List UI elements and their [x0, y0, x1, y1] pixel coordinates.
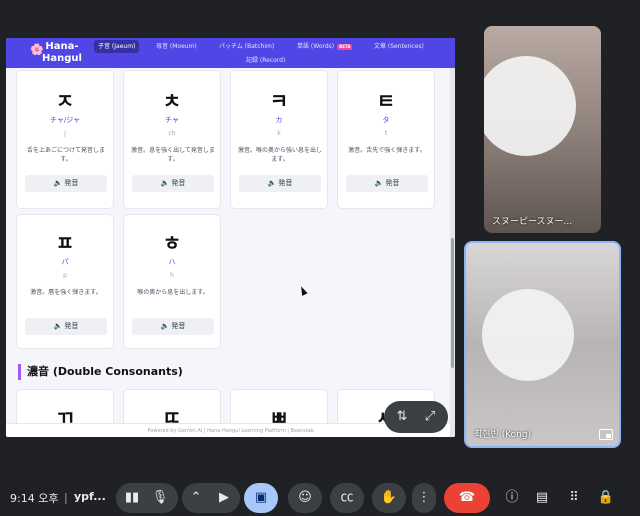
card-char: ㅎ [162, 231, 182, 255]
participant-tile[interactable]: 최현빈 (Kong) [464, 241, 621, 448]
card-char: ㅊ [162, 89, 182, 113]
participant-tile[interactable]: スヌーピースヌー... [484, 26, 601, 233]
tab-words[interactable]: 単語 (Words) BETA [293, 40, 356, 53]
info-icon[interactable]: ⓘ [498, 483, 526, 513]
speaker-icon: 🔈 [160, 179, 170, 187]
mic-icon[interactable]: 🎙 [146, 483, 174, 513]
participant-name: 최현빈 (Kong) [474, 430, 532, 440]
pip-icon[interactable] [599, 429, 613, 440]
tab-batchim[interactable]: パッチム (Batchim) [215, 40, 278, 53]
card-ipa: t [384, 130, 388, 137]
speaker-icon: 🔈 [267, 179, 277, 187]
play-label: 発音 [385, 179, 400, 187]
emoji-icon[interactable]: ☺ [288, 483, 322, 513]
speaker-icon: 🔈 [374, 179, 384, 187]
section-title: 濃音 (Double Consonants) [18, 364, 183, 380]
host-controls-icon[interactable]: 🔒 [592, 483, 620, 513]
consonant-card: ㅍ パ p 激音。唇を強く弾きます。 🔈 発音 [16, 214, 114, 349]
activities-icon[interactable]: ⠿ [560, 483, 588, 513]
consonant-card: ㅈ チャ/ジャ j 舌を上あごにつけて発音します。 🔈 発音 [16, 70, 114, 209]
present-icon[interactable]: ▣ [244, 483, 278, 513]
play-label: 発音 [64, 322, 79, 330]
consonant-grid: ㅈ チャ/ジャ j 舌を上あごにつけて発音します。 🔈 発音 ㅊ チャ ch 激音… [6, 68, 455, 437]
card-desc: 激音。舌先で強く弾きます。 [348, 147, 426, 154]
scrollbar[interactable] [450, 68, 455, 437]
card-desc: 喉の奥から息を出します。 [137, 289, 209, 296]
speaker-icon: 🔈 [53, 322, 63, 330]
play-label: 発音 [278, 179, 293, 187]
card-char: ㅋ [269, 89, 289, 113]
tab-words-label: 単語 (Words) [297, 43, 335, 50]
play-label: 発音 [171, 322, 186, 330]
app-title: Hana-Hangul [42, 41, 82, 64]
chevron-up-icon[interactable]: ⌃ [182, 483, 210, 513]
card-ipa: p [63, 272, 67, 279]
shared-screen: 🌸 Hana-Hangul 子音 (Jaeum) 母音 (Moeum) パッチム… [6, 38, 455, 437]
card-roman: パ [61, 258, 69, 266]
play-button[interactable]: 🔈 発音 [239, 175, 321, 192]
card-desc: 激音。唇を強く弾きます。 [30, 289, 102, 296]
clock: 9:14 오후 [10, 492, 59, 505]
consonant-card: ㅎ ハ h 喉の奥から息を出します。 🔈 発音 [123, 214, 221, 349]
audio-level-icon[interactable]: ▮▮ [118, 483, 146, 513]
play-button[interactable]: 🔈 発音 [132, 318, 214, 335]
card-roman: カ [275, 116, 283, 124]
captions-icon[interactable]: ㏄ [330, 483, 364, 513]
speaker-icon: 🔈 [160, 322, 170, 330]
card-char: ㅌ [376, 89, 396, 113]
card-desc: 激音。喉の奥から強い息を出します。 [237, 147, 322, 163]
card-ipa: k [277, 130, 281, 137]
face-blur [484, 56, 576, 156]
card-desc: 舌を上あごにつけて発音します。 [26, 147, 105, 163]
play-label: 発音 [64, 179, 79, 187]
play-button[interactable]: 🔈 発音 [25, 175, 107, 192]
swap-icon[interactable]: ⇅ [390, 405, 414, 429]
play-button[interactable]: 🔈 発音 [132, 175, 214, 192]
card-char: ㅍ [55, 231, 75, 255]
card-char: ㅈ [55, 89, 75, 113]
scroll-thumb[interactable] [451, 238, 454, 368]
raise-hand-icon[interactable]: ✋ [372, 483, 406, 513]
card-ipa: ch [168, 130, 176, 137]
app-logo[interactable]: 🌸 Hana-Hangul [12, 40, 82, 66]
participant-name: スヌーピースヌー... [492, 217, 573, 227]
consonant-card: ㅌ タ t 激音。舌先で強く弾きます。 🔈 発音 [337, 70, 435, 209]
tab-sentences[interactable]: 文章 (Sentences) [370, 40, 428, 53]
app-header: 🌸 Hana-Hangul 子音 (Jaeum) 母音 (Moeum) パッチム… [6, 38, 455, 68]
chat-icon[interactable]: ▤ [528, 483, 556, 513]
tab-moeum[interactable]: 母音 (Moeum) [152, 40, 201, 53]
camera-icon[interactable]: ▶ [210, 483, 238, 513]
beta-badge: BETA [337, 43, 353, 50]
toolbar-divider: | [64, 491, 68, 504]
presentation-controls: ⇅ ⤢ [384, 401, 448, 433]
card-desc: 激音。息を強く出して発音します。 [131, 147, 215, 163]
card-ipa: j [64, 130, 66, 137]
card-ipa: h [170, 272, 174, 279]
face-blur [482, 289, 574, 381]
card-roman: タ [382, 116, 390, 124]
more-icon[interactable]: ⋮ [412, 483, 436, 513]
consonant-card: ㅊ チャ ch 激音。息を強く出して発音します。 🔈 発音 [123, 70, 221, 209]
hangup-icon[interactable]: ☎ [444, 483, 490, 513]
expand-icon[interactable]: ⤢ [418, 405, 442, 429]
consonant-card: ㅋ カ k 激音。喉の奥から強い息を出します。 🔈 発音 [230, 70, 328, 209]
speaker-icon: 🔈 [53, 179, 63, 187]
card-roman: ハ [168, 258, 176, 266]
card-roman: チャ/ジャ [50, 116, 80, 124]
tab-record[interactable]: 記録 (Record) [242, 54, 289, 67]
meeting-code: ypf... [74, 490, 106, 503]
tab-jaeum[interactable]: 子音 (Jaeum) [94, 40, 140, 53]
card-roman: チャ [165, 116, 179, 124]
play-button[interactable]: 🔈 発音 [25, 318, 107, 335]
play-label: 発音 [171, 179, 186, 187]
play-button[interactable]: 🔈 発音 [346, 175, 428, 192]
